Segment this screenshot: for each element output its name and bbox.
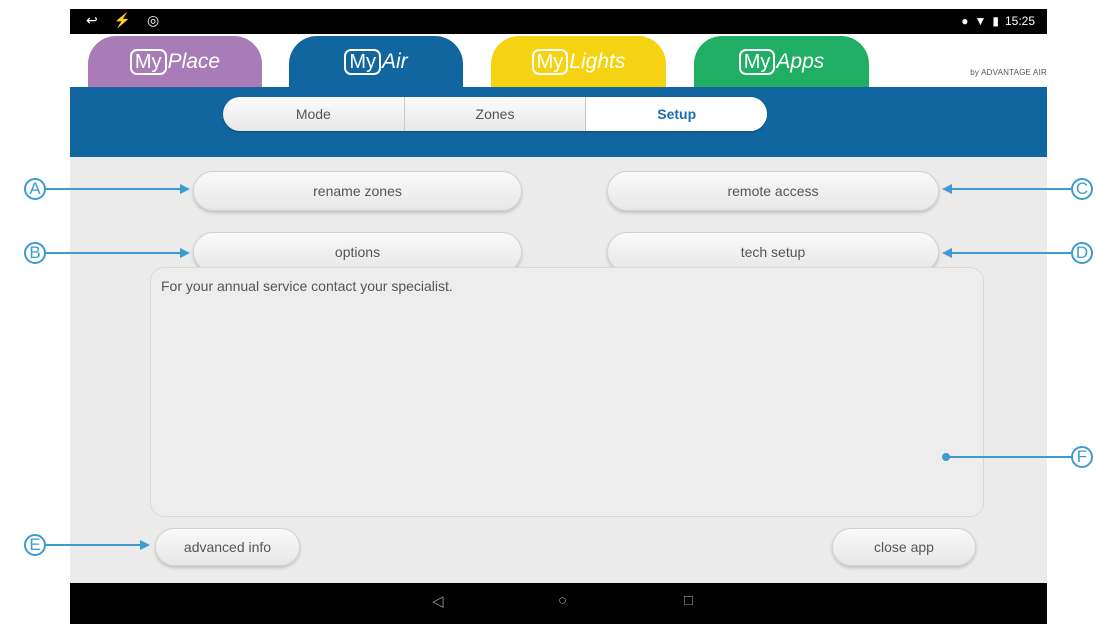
dot-f bbox=[942, 453, 950, 461]
callout-arrows bbox=[45, 184, 1072, 550]
callout-a: A bbox=[24, 178, 46, 200]
callout-e: E bbox=[24, 534, 46, 556]
callout-f: F bbox=[1071, 446, 1093, 468]
callout-b: B bbox=[24, 242, 46, 264]
callout-c: C bbox=[1071, 178, 1093, 200]
callout-d: D bbox=[1071, 242, 1093, 264]
